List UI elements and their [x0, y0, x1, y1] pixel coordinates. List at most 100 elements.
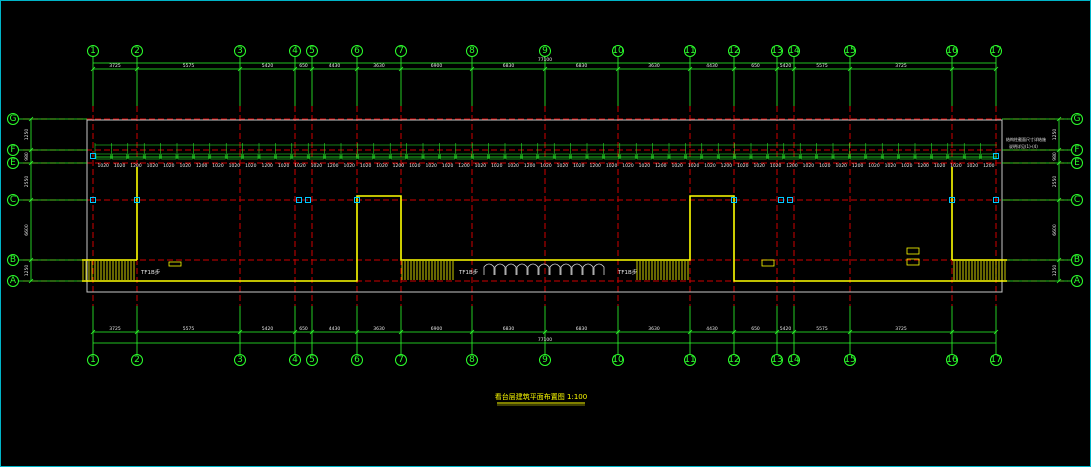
- left-dimension-value: 2550: [24, 176, 30, 188]
- seat-block: [653, 153, 669, 160]
- seat-block: [948, 153, 964, 160]
- grid-bubble-label: 8: [469, 355, 475, 365]
- fixture: [582, 263, 594, 275]
- grid-bubble-label: 10: [612, 355, 624, 365]
- fixture: [527, 263, 539, 275]
- fixture: [516, 263, 528, 275]
- bottom-dimension-value: 5575: [183, 326, 195, 332]
- seat-block: [243, 153, 259, 160]
- seat-dimension-value: 1200: [130, 163, 142, 169]
- seat-block: [800, 153, 816, 160]
- fixture: [483, 263, 495, 275]
- grid-bubble-label: B: [1074, 255, 1080, 265]
- grid-bubble-label: 12: [728, 46, 739, 56]
- bottom-dimension-value: 3725: [895, 326, 907, 332]
- top-dimension-value: 6900: [431, 63, 443, 69]
- equipment-box: [906, 247, 920, 255]
- seat-block: [751, 153, 767, 160]
- seat-block: [833, 153, 849, 160]
- seat-dimension-value: 1020: [475, 163, 487, 169]
- grid-bubble-label: 14: [788, 355, 800, 365]
- seat-dimension-value: 1020: [803, 163, 815, 169]
- top-dimension-value: 3630: [373, 63, 385, 69]
- grid-bubble-label: E: [1074, 158, 1080, 168]
- seat-block: [817, 153, 833, 160]
- seat-block: [276, 153, 292, 160]
- top-dimension-value: 5575: [183, 63, 195, 69]
- seat-dimension-value: 1200: [852, 163, 864, 169]
- seat-dimension-value: 1020: [179, 163, 191, 169]
- grid-bubble-label: 4: [292, 46, 298, 56]
- note-right-2: 说明详见(1)-(4): [1009, 143, 1038, 149]
- grid-bubble-label: A: [1074, 276, 1081, 286]
- bottom-dimension-value: 3725: [109, 326, 121, 332]
- seat-dimension-value: 1020: [737, 163, 749, 169]
- seat-dimension-value: 1020: [212, 163, 224, 169]
- grid-bubble-label: G: [1074, 114, 1081, 124]
- seat-block: [489, 153, 505, 160]
- seat-dimension-value: 1020: [507, 163, 519, 169]
- top-dimension-value: 6830: [503, 63, 515, 69]
- grid-bubble-label: 5: [309, 355, 315, 365]
- seat-dimension-value: 1020: [819, 163, 831, 169]
- seat-dimension-value: 1020: [163, 163, 175, 169]
- seat-block: [866, 153, 882, 160]
- top-dimension-value: 650: [751, 63, 760, 69]
- grid-bubble-label: 14: [788, 46, 800, 56]
- bottom-dimension-value: 4430: [706, 326, 718, 332]
- top-dimension-value: 6830: [576, 63, 588, 69]
- seat-dimension-value: 1020: [835, 163, 847, 169]
- grid-bubble-label: 15: [844, 46, 855, 56]
- seat-block: [112, 153, 128, 160]
- seat-block: [210, 153, 226, 160]
- seat-dimension-value: 1020: [606, 163, 618, 169]
- cad-drawing-viewport[interactable]: 1 1 2 2 3 3 4 4 5 5 6 6 7 7 8 8 9 9 10 10 11 11 12 12 13 13 14 14 15…: [0, 0, 1091, 467]
- bottom-dimension-value: 3630: [373, 326, 385, 332]
- fixture: [560, 263, 572, 275]
- right-dimension-value: 6600: [1052, 224, 1058, 236]
- seat-block: [702, 153, 718, 160]
- grid-bubble-label: 1: [90, 355, 96, 365]
- bottom-dimension-value: 6830: [503, 326, 515, 332]
- seat-block: [784, 153, 800, 160]
- seat-block: [128, 153, 144, 160]
- grid-bubble-label: 7: [398, 355, 404, 365]
- grid-bubble-label: 7: [398, 46, 404, 56]
- overall-dimension-top: 77100: [538, 57, 552, 63]
- seat-dimension-value: 1020: [442, 163, 454, 169]
- seat-block: [932, 153, 948, 160]
- grid-bubble-label: E: [10, 158, 16, 168]
- seat-dimension-value: 1200: [196, 163, 208, 169]
- grid-bubble-label: 3: [237, 355, 243, 365]
- bottom-dimension-value: 650: [299, 326, 308, 332]
- seat-block: [95, 153, 111, 160]
- grid-bubble-label: B: [10, 255, 16, 265]
- grid-bubble-label: 2: [134, 46, 140, 56]
- seat-dimension-value: 1200: [983, 163, 995, 169]
- seat-dimension-value: 1020: [409, 163, 421, 169]
- top-dimension-value: 4430: [329, 63, 341, 69]
- grid-bubble-label: 10: [612, 46, 624, 56]
- bottom-dimension-value: 6900: [431, 326, 443, 332]
- seat-block: [620, 153, 636, 160]
- seat-dimension-value: 1020: [557, 163, 569, 169]
- grid-bubble-label: G: [10, 114, 17, 124]
- fixture: [494, 263, 506, 275]
- seat-dimension-value: 1020: [622, 163, 634, 169]
- seat-dimension-value: 1020: [376, 163, 388, 169]
- seat-block: [472, 153, 488, 160]
- seat-dimension-value: 1020: [229, 163, 241, 169]
- seat-block: [325, 153, 341, 160]
- seat-dimension-value: 1200: [261, 163, 273, 169]
- seat-block: [440, 153, 456, 160]
- seat-dimension-value: 1020: [360, 163, 372, 169]
- left-dimension-value: 6600: [24, 224, 30, 236]
- seat-block: [718, 153, 734, 160]
- grid-bubble-label: C: [1074, 195, 1080, 205]
- seat-block: [686, 153, 702, 160]
- grid-bubble-label: 12: [728, 355, 739, 365]
- seat-block: [505, 153, 521, 160]
- grid-bubble-label: 15: [844, 355, 855, 365]
- right-dimension-value: 1250: [1052, 129, 1058, 141]
- seat-block: [390, 153, 406, 160]
